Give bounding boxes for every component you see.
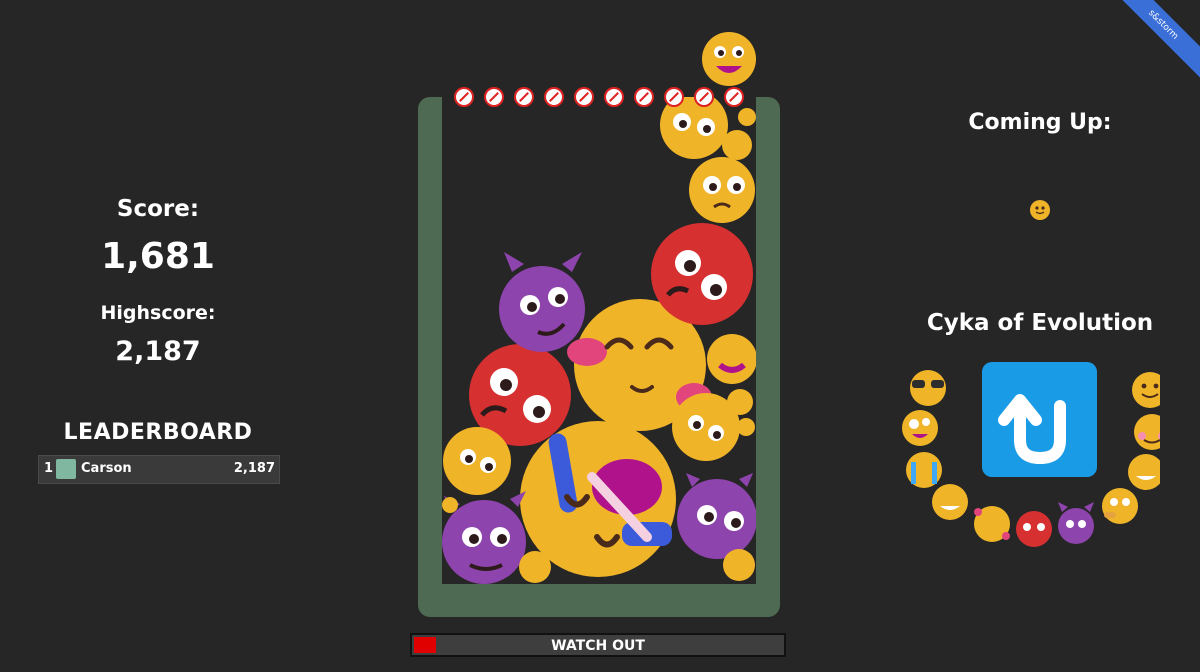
zany-face-icon [902,410,938,446]
blushing-face-icon [1134,414,1160,450]
smiling-devil-emoji [677,473,756,559]
smiling-devil-emoji [499,252,585,352]
score-value: 1,681 [101,236,215,277]
leaderboard-score: 2,187 [233,461,275,476]
coming-up-label: Coming Up: [968,110,1112,135]
no-entry-icon [694,87,714,107]
no-entry-icon [454,87,474,107]
crying-face-icon [906,452,942,488]
no-entry-icon [514,87,534,107]
danger-meter-label: WATCH OUT [551,638,645,654]
small-yellow-emoji [727,389,753,415]
no-entry-icon [604,87,624,107]
angry-red-emoji [651,223,753,325]
grinning-face-icon [1128,454,1160,490]
small-yellow-emoji [737,418,755,436]
highscore-label: Highscore: [100,302,216,324]
sunglasses-face-icon [910,370,946,406]
avatar [56,459,76,479]
grinning-yellow-emoji [707,334,756,384]
highscore-value: 2,187 [115,336,201,367]
no-entry-icon [724,87,744,107]
thinking-yellow-emoji [443,427,511,495]
smiling-face-icon [1132,372,1160,408]
no-entry-icon [634,87,654,107]
cycle-title: Cyka of Evolution [926,310,1154,336]
no-entry-icon [484,87,504,107]
leaderboard-row: 1 Carson 2,187 [38,455,280,484]
evolution-cycle-ring [902,370,1160,547]
no-entry-icon [574,87,594,107]
thinking-face-icon [1102,488,1138,524]
next-emoji-icon [1030,200,1050,220]
no-entry-icon [544,87,564,107]
worried-yellow-emoji [689,157,755,223]
small-yellow-emoji [722,130,752,160]
small-yellow-emoji [519,551,551,583]
danger-meter: WATCH OUT [410,633,786,657]
angry-face-icon [1016,511,1052,547]
small-yellow-emoji [723,549,755,581]
watermark: s&storm [1102,0,1200,86]
small-yellow-emoji [442,497,458,513]
smiling-hearts-face-icon [974,506,1010,542]
leaderboard-title: LEADERBOARD [63,420,253,445]
grinning-sweat-face-icon [932,484,968,520]
emoji-pile [442,97,756,584]
overflow-yellow-emoji [702,32,756,86]
game-container[interactable] [418,97,780,617]
game-field[interactable] [442,97,756,584]
no-entry-icon [664,87,684,107]
drop-limit-line [454,87,754,111]
leaderboard-name: Carson [81,461,132,476]
leaderboard-rank: 1 [44,461,54,476]
smiling-devil-face-icon [1058,502,1094,544]
score-label: Score: [116,196,200,222]
